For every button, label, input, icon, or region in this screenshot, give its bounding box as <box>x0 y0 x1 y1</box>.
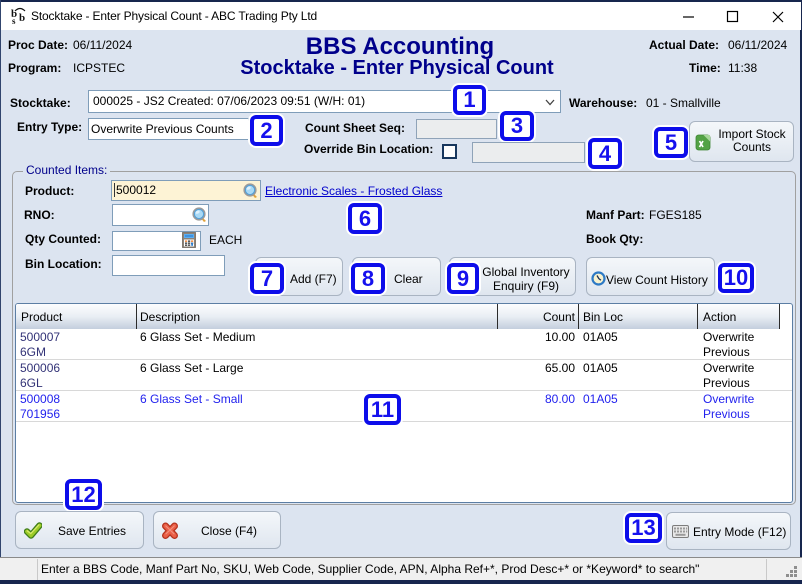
svg-text:s: s <box>12 16 16 25</box>
svg-text:b: b <box>19 12 25 24</box>
